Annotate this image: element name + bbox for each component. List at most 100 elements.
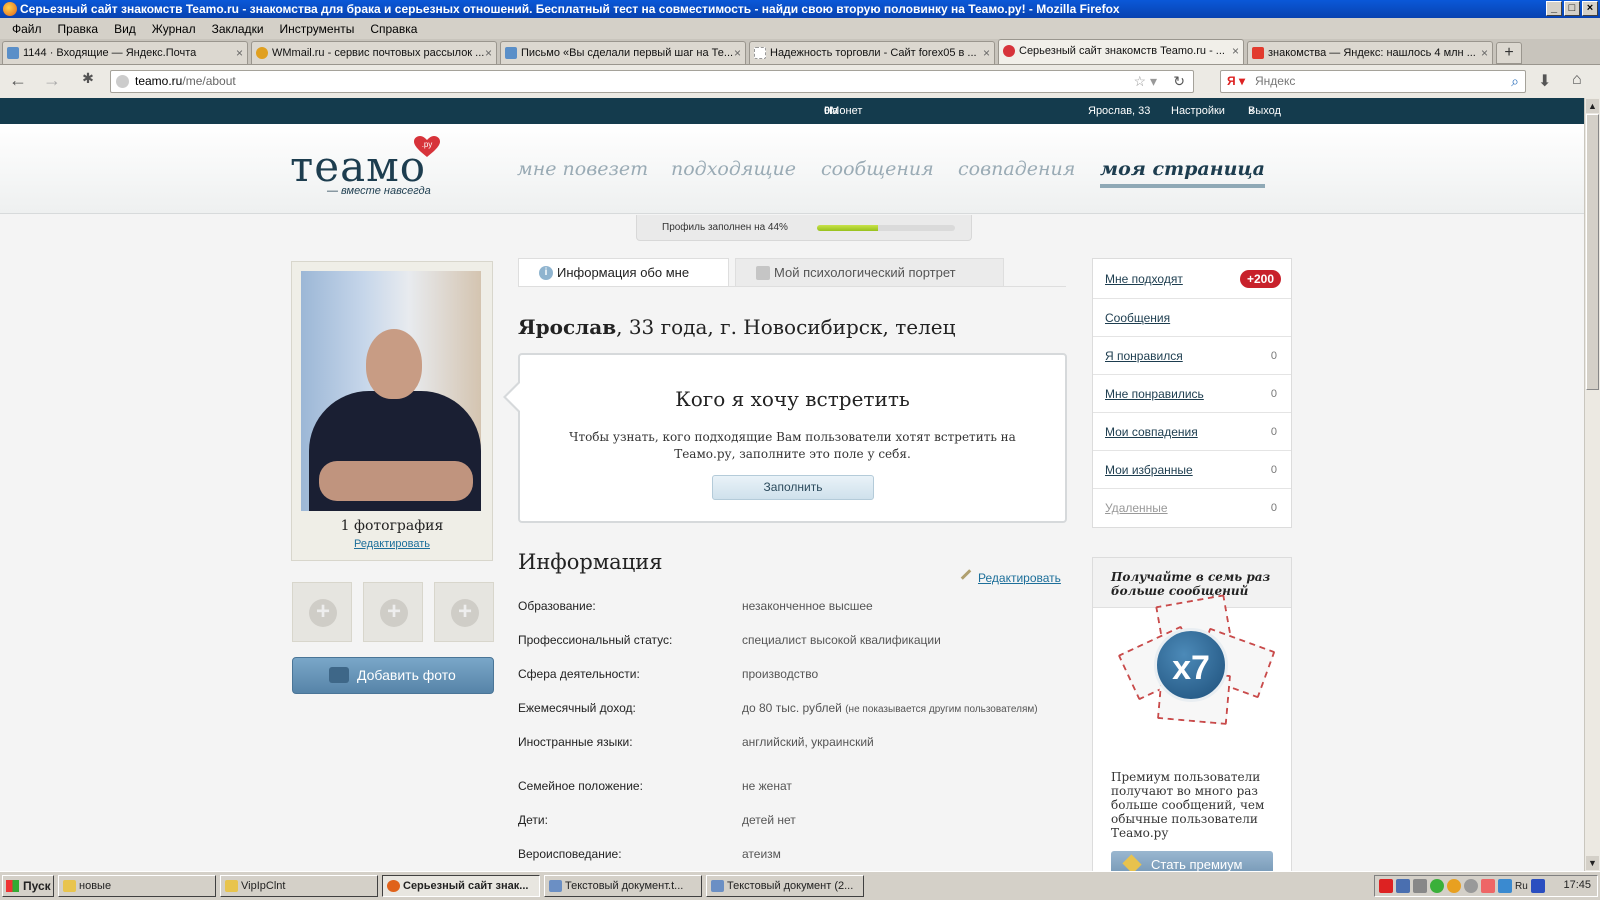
vertical-scrollbar[interactable]: ▲ ▼ bbox=[1584, 98, 1600, 871]
maximize-button[interactable]: □ bbox=[1564, 1, 1580, 16]
browser-tab[interactable]: Надежность торговли - Сайт forex05 в ...… bbox=[749, 41, 995, 64]
new-tab-button[interactable]: + bbox=[1496, 42, 1522, 64]
tab-close-icon[interactable]: × bbox=[983, 42, 990, 64]
firefox-icon bbox=[387, 880, 400, 892]
side-item-liked-me[interactable]: Я понравился 0 bbox=[1093, 337, 1291, 375]
info-edit-link[interactable]: Редактировать bbox=[960, 569, 1061, 585]
side-item-deleted[interactable]: Удаленные 0 bbox=[1093, 489, 1291, 527]
menu-history[interactable]: Журнал bbox=[144, 22, 204, 36]
taskbar-item[interactable]: VipIpClnt bbox=[220, 875, 378, 897]
search-icon[interactable]: ⌕ bbox=[1511, 71, 1519, 92]
close-button[interactable]: × bbox=[1582, 1, 1598, 16]
info-title: Информация bbox=[518, 550, 663, 574]
yandex-search-icon[interactable]: Я ▾ bbox=[1227, 71, 1245, 92]
tray-app-icon[interactable] bbox=[1430, 879, 1444, 893]
tab-close-icon[interactable]: × bbox=[485, 42, 492, 64]
start-button[interactable]: Пуск bbox=[2, 875, 54, 897]
reload-icon[interactable]: ↻ bbox=[1173, 71, 1185, 92]
minimize-button[interactable]: _ bbox=[1546, 1, 1562, 16]
tab-about-me[interactable]: i Информация обо мне bbox=[518, 258, 729, 286]
back-icon[interactable]: ← bbox=[4, 70, 32, 91]
menu-file[interactable]: Файл bbox=[4, 22, 50, 36]
menu-edit[interactable]: Правка bbox=[50, 22, 107, 36]
tray-app-icon[interactable] bbox=[1413, 879, 1427, 893]
add-photo-slot[interactable]: + bbox=[434, 582, 494, 642]
tray-app-icon[interactable] bbox=[1498, 879, 1512, 893]
browser-tab[interactable]: WMmail.ru - сервис почтовых рассылок ...… bbox=[251, 41, 497, 64]
nav-my-page[interactable]: моя страница bbox=[1100, 158, 1265, 188]
photo-count[interactable]: 1 фотография bbox=[292, 518, 492, 534]
tab-about-label: Информация обо мне bbox=[557, 265, 690, 280]
menu-help[interactable]: Справка bbox=[362, 22, 425, 36]
tab-portrait-label: Мой психологический портрет bbox=[774, 265, 956, 280]
browser-tab-active[interactable]: Серьезный сайт знакомств Teamo.ru - ... × bbox=[998, 39, 1244, 64]
info-label: Образование: bbox=[518, 599, 596, 613]
person-icon bbox=[756, 266, 770, 280]
fill-button[interactable]: Заполнить bbox=[712, 475, 874, 500]
logout-label: Выход bbox=[1248, 105, 1281, 117]
add-photo-slot[interactable]: + bbox=[292, 582, 352, 642]
history-icon[interactable]: ✱ bbox=[74, 70, 102, 87]
premium-label: Стать премиум bbox=[1151, 857, 1243, 871]
url-path: /me/about bbox=[182, 74, 236, 88]
menu-bookmarks[interactable]: Закладки bbox=[204, 22, 272, 36]
scroll-thumb[interactable] bbox=[1586, 114, 1599, 390]
teamo-logo[interactable]: теамо bbox=[290, 142, 426, 191]
side-item-matches[interactable]: Мои совпадения 0 bbox=[1093, 413, 1291, 451]
info-edit-label: Редактировать bbox=[978, 571, 1061, 585]
scroll-up-icon[interactable]: ▲ bbox=[1586, 99, 1599, 113]
photo-edit-link[interactable]: Редактировать bbox=[292, 538, 492, 550]
taskbar-item[interactable]: новые bbox=[58, 875, 216, 897]
tray-app-icon[interactable] bbox=[1530, 879, 1545, 893]
side-item-count: 0 bbox=[1270, 388, 1277, 400]
nav-lucky[interactable]: мне повезет bbox=[517, 158, 648, 180]
browser-tab[interactable]: 1144 · Входящие — Яндекс.Почта × bbox=[2, 41, 248, 64]
tab-close-icon[interactable]: × bbox=[236, 42, 243, 64]
side-item-suits-me[interactable]: Мне подходят +200 bbox=[1093, 259, 1291, 299]
download-icon[interactable]: ⬇ bbox=[1538, 71, 1551, 91]
tray-app-icon[interactable] bbox=[1464, 879, 1478, 893]
nav-messages[interactable]: сообщения bbox=[821, 158, 934, 180]
taskbar-item[interactable]: Текстовый документ.t... bbox=[544, 875, 702, 897]
nav-matching[interactable]: подходящие bbox=[671, 158, 796, 180]
address-bar[interactable]: teamo.ru/me/about ☆ ▾ ↻ bbox=[110, 70, 1194, 93]
info-value: детей нет bbox=[742, 813, 796, 827]
add-photo-button[interactable]: Добавить фото bbox=[292, 657, 494, 694]
language-indicator[interactable]: Ru bbox=[1515, 881, 1528, 892]
side-item-i-liked[interactable]: Мне понравились 0 bbox=[1093, 375, 1291, 413]
tab-close-icon[interactable]: × bbox=[734, 42, 741, 64]
menu-view[interactable]: Вид bbox=[106, 22, 144, 36]
who-i-want-to-meet-box: Кого я хочу встретить Чтобы узнать, кого… bbox=[518, 353, 1067, 523]
logout-link[interactable]: Выход × bbox=[1248, 98, 1281, 124]
taskbar-item-active[interactable]: Серьезный сайт знак... bbox=[382, 875, 540, 897]
taskbar-item[interactable]: Текстовый документ (2... bbox=[706, 875, 864, 897]
tab-close-icon[interactable]: × bbox=[1232, 40, 1239, 62]
side-menu: Мне подходят +200 Сообщения Я понравился 0… bbox=[1092, 258, 1292, 528]
tray-app-icon[interactable] bbox=[1481, 879, 1495, 893]
home-icon[interactable]: ⌂ bbox=[1572, 71, 1582, 89]
network-icon[interactable] bbox=[1396, 879, 1410, 893]
browser-tab[interactable]: Письмо «Вы сделали первый шаг на Те... × bbox=[500, 41, 746, 64]
profile-photo[interactable] bbox=[301, 271, 481, 511]
yandex-icon bbox=[1252, 47, 1264, 59]
profile-name: Ярослав bbox=[518, 315, 617, 339]
menu-tools[interactable]: Инструменты bbox=[272, 22, 363, 36]
side-item-favorites[interactable]: Мои избранные 0 bbox=[1093, 451, 1291, 489]
info-value: не женат bbox=[742, 779, 792, 793]
settings-link[interactable]: Настройки bbox=[1171, 98, 1225, 124]
tab-close-icon[interactable]: × bbox=[1481, 42, 1488, 64]
tray-app-icon[interactable] bbox=[1447, 879, 1461, 893]
nav-coincidences[interactable]: совпадения bbox=[958, 158, 1075, 180]
scroll-down-icon[interactable]: ▼ bbox=[1586, 856, 1599, 870]
user-link[interactable]: Ярослав, 33 bbox=[1088, 98, 1150, 124]
search-field[interactable]: Я ▾ Яндекс ⌕ bbox=[1220, 70, 1526, 93]
become-premium-button[interactable]: Стать премиум bbox=[1111, 851, 1273, 871]
add-photo-slot[interactable]: + bbox=[363, 582, 423, 642]
forward-icon[interactable]: → bbox=[38, 70, 66, 91]
side-item-messages[interactable]: Сообщения bbox=[1093, 299, 1291, 337]
browser-tab[interactable]: знакомства — Яндекс: нашлось 4 млн ... × bbox=[1247, 41, 1493, 64]
tab-psych-portrait[interactable]: Мой психологический портрет bbox=[735, 258, 1004, 286]
profile-progress-track bbox=[817, 225, 955, 231]
bookmark-star-icon[interactable]: ☆ ▾ bbox=[1134, 71, 1157, 92]
ati-icon[interactable] bbox=[1379, 879, 1393, 893]
